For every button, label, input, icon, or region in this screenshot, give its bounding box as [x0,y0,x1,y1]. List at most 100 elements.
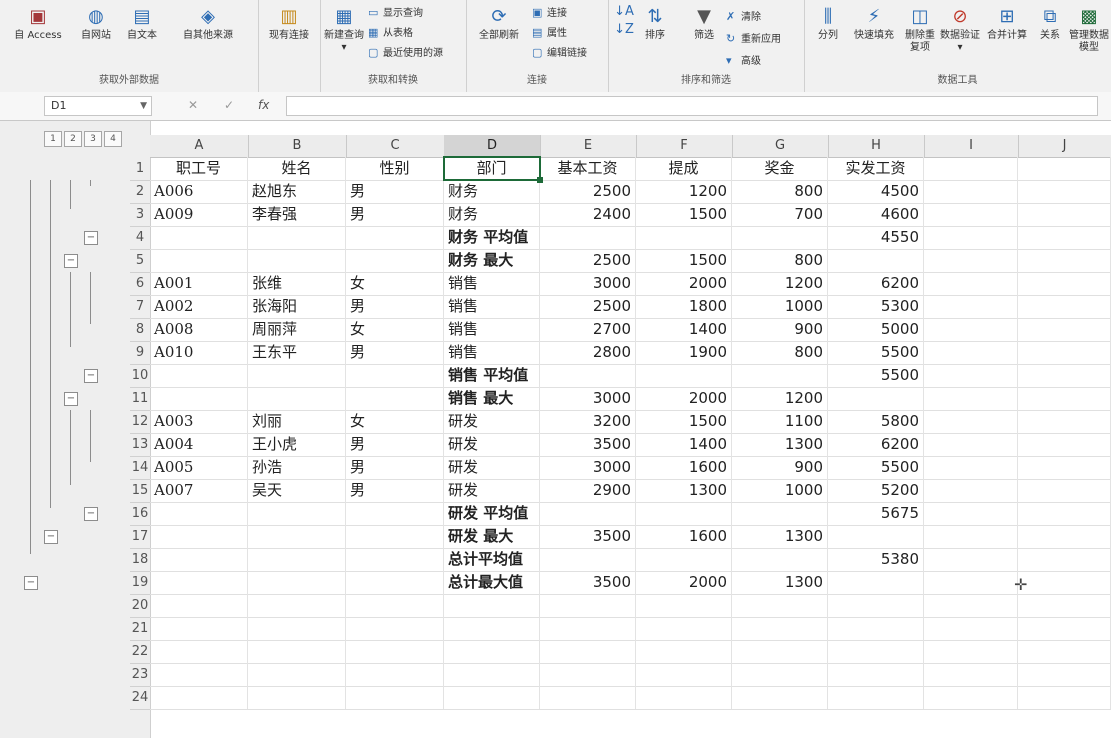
cell-g11[interactable]: 1200 [732,387,828,410]
cell-h2[interactable]: 4500 [828,180,924,203]
cell-a3[interactable]: A009 [150,203,248,226]
flash-fill-button[interactable]: ⚡ 快速填充 [848,6,900,42]
formula-input[interactable] [286,96,1098,116]
cell-j13[interactable] [1018,433,1111,456]
cell-j23[interactable] [1018,663,1111,686]
cell-c16[interactable] [346,502,444,525]
cell-e6[interactable]: 3000 [540,272,636,295]
cell-f24[interactable] [636,686,732,709]
cell-a22[interactable] [150,640,248,663]
cell-i1[interactable] [924,157,1018,180]
cell-a12[interactable]: A003 [150,410,248,433]
row-header-5[interactable]: 5 [130,249,150,273]
cell-h21[interactable] [828,617,924,640]
cell-j14[interactable] [1018,456,1111,479]
cell-h23[interactable] [828,663,924,686]
cell-c22[interactable] [346,640,444,663]
cell-g1[interactable]: 奖金 [732,157,828,180]
cell-b20[interactable] [248,594,346,617]
cell-e1[interactable]: 基本工资 [540,157,636,180]
cell-c14[interactable]: 男 [346,456,444,479]
cell-a13[interactable]: A004 [150,433,248,456]
outline-collapse-button[interactable]: − [84,231,98,245]
outline-collapse-button[interactable]: − [24,576,38,590]
cell-d4[interactable]: 财务 平均值 [444,226,540,249]
cell-b9[interactable]: 王东平 [248,341,346,364]
existing-connections-button[interactable]: ▥ 现有连接 [262,6,316,42]
cell-j3[interactable] [1018,203,1111,226]
cell-b21[interactable] [248,617,346,640]
cell-d24[interactable] [444,686,540,709]
cell-e20[interactable] [540,594,636,617]
cell-c19[interactable] [346,571,444,594]
clear-button[interactable]: ✗ 清除 [726,8,761,23]
cell-h16[interactable]: 5675 [828,502,924,525]
cell-b18[interactable] [248,548,346,571]
cell-g10[interactable] [732,364,828,387]
cell-f19[interactable]: 2000 [636,571,732,594]
cell-b5[interactable] [248,249,346,272]
cell-d3[interactable]: 财务 [444,203,540,226]
cell-d19[interactable]: 总计最大值 [444,571,540,594]
cell-g21[interactable] [732,617,828,640]
cell-h3[interactable]: 4600 [828,203,924,226]
advanced-button[interactable]: ▾ 高级 [726,52,761,67]
cell-i20[interactable] [924,594,1018,617]
cell-i2[interactable] [924,180,1018,203]
cell-h20[interactable] [828,594,924,617]
cell-h13[interactable]: 6200 [828,433,924,456]
cell-f23[interactable] [636,663,732,686]
cell-h5[interactable] [828,249,924,272]
cell-e16[interactable] [540,502,636,525]
cell-a7[interactable]: A002 [150,295,248,318]
row-header-13[interactable]: 13 [130,433,150,457]
sort-button[interactable]: ⇅ 排序 [638,6,672,42]
cell-b2[interactable]: 赵旭东 [248,180,346,203]
cell-f17[interactable]: 1600 [636,525,732,548]
cell-b3[interactable]: 李春强 [248,203,346,226]
cell-c23[interactable] [346,663,444,686]
column-header-h[interactable]: H [828,135,925,157]
cell-j7[interactable] [1018,295,1111,318]
column-header-b[interactable]: B [248,135,347,157]
cell-e24[interactable] [540,686,636,709]
filter-button[interactable]: ▼ 筛选 [686,6,722,42]
cell-h7[interactable]: 5300 [828,295,924,318]
cell-g13[interactable]: 1300 [732,433,828,456]
cell-h9[interactable]: 5500 [828,341,924,364]
row-header-21[interactable]: 21 [130,617,150,641]
from-web-button[interactable]: ◍ 自网站 [74,6,118,42]
cell-b14[interactable]: 孙浩 [248,456,346,479]
consolidate-button[interactable]: ⊞ 合并计算 [982,6,1032,42]
cell-b4[interactable] [248,226,346,249]
cell-b16[interactable] [248,502,346,525]
cell-f4[interactable] [636,226,732,249]
cell-h12[interactable]: 5800 [828,410,924,433]
cell-a8[interactable]: A008 [150,318,248,341]
row-header-23[interactable]: 23 [130,663,150,687]
cell-f9[interactable]: 1900 [636,341,732,364]
cell-h10[interactable]: 5500 [828,364,924,387]
cell-b7[interactable]: 张海阳 [248,295,346,318]
cell-b22[interactable] [248,640,346,663]
cell-j24[interactable] [1018,686,1111,709]
cell-f2[interactable]: 1200 [636,180,732,203]
cell-c21[interactable] [346,617,444,640]
cell-c15[interactable]: 男 [346,479,444,502]
row-header-2[interactable]: 2 [130,180,150,204]
show-queries-button[interactable]: ▭ 显示查询 [368,4,423,19]
cell-b15[interactable]: 吴天 [248,479,346,502]
cell-e12[interactable]: 3200 [540,410,636,433]
from-other-sources-button[interactable]: ◈ 自其他来源 [166,6,250,42]
name-box[interactable]: D1 ▼ [44,96,152,116]
cell-d21[interactable] [444,617,540,640]
outline-level-1-button[interactable]: 1 [44,131,62,147]
cell-a9[interactable]: A010 [150,341,248,364]
cell-e23[interactable] [540,663,636,686]
cell-f21[interactable] [636,617,732,640]
cell-i19[interactable] [924,571,1018,594]
column-header-a[interactable]: A [150,135,249,157]
column-header-i[interactable]: I [924,135,1019,157]
cell-e5[interactable]: 2500 [540,249,636,272]
cell-j8[interactable] [1018,318,1111,341]
